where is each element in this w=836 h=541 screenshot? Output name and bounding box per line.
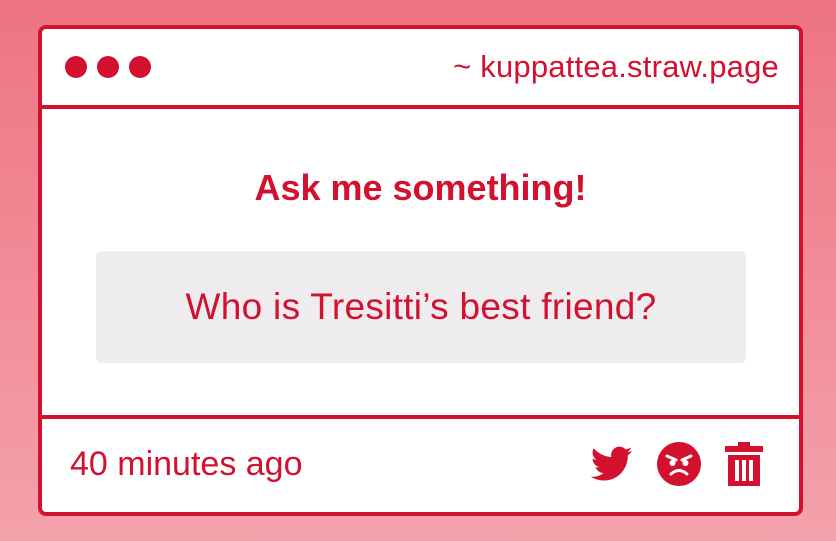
card-content: Ask me something! Who is Tresitti’s best… [42, 109, 799, 419]
share-twitter-button[interactable] [591, 446, 633, 482]
page-title: Ask me something! [254, 167, 587, 208]
action-bar [591, 442, 763, 486]
card-footer: 40 minutes ago [42, 419, 799, 509]
page-url: ~ kuppattea.straw.page [453, 49, 779, 84]
window-dot-3 [129, 56, 151, 78]
window-titlebar: ~ kuppattea.straw.page [42, 29, 799, 109]
question-box: Who is Tresitti’s best friend? [96, 251, 746, 363]
question-text: Who is Tresitti’s best friend? [185, 286, 657, 327]
question-card: ~ kuppattea.straw.page Ask me something!… [38, 25, 803, 516]
angry-face-icon [657, 442, 701, 486]
delete-button[interactable] [725, 442, 763, 486]
window-dot-2 [97, 56, 119, 78]
timestamp: 40 minutes ago [70, 444, 303, 483]
window-controls [65, 56, 151, 78]
window-dot-1 [65, 56, 87, 78]
react-angry-button[interactable] [657, 442, 701, 486]
trash-icon [725, 442, 763, 486]
twitter-icon [591, 446, 633, 481]
